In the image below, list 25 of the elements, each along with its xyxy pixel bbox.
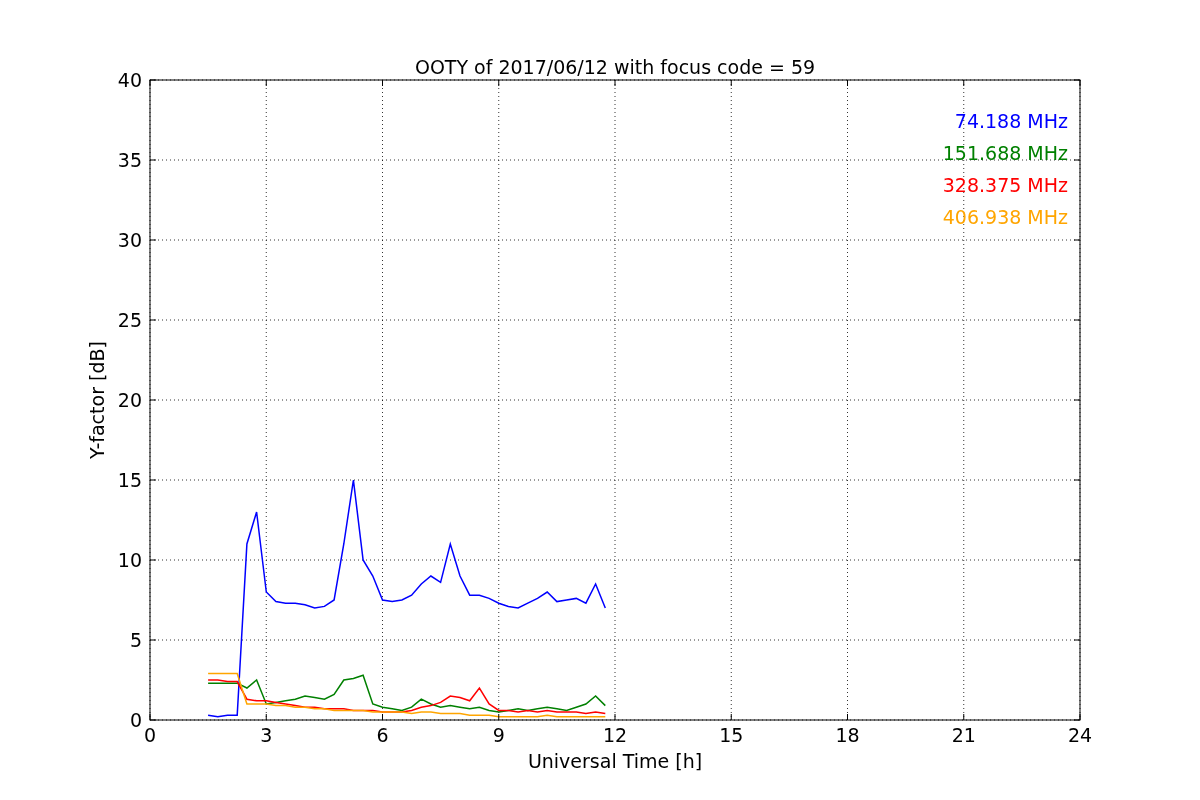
y-axis-label: Y-factor [dB] [86,341,108,459]
x-tick-label: 0 [143,724,157,746]
x-tick-label: 6 [376,724,389,746]
x-tick-label: 18 [835,724,860,746]
legend-label: 328.375 MHz [942,174,1068,196]
x-tick-label: 15 [719,724,744,746]
y-tick-label: 5 [129,629,142,651]
y-tick-label: 10 [117,549,142,571]
chart-title: OOTY of 2017/06/12 with focus code = 59 [414,56,816,78]
x-tick-label: 12 [602,724,628,746]
y-tick-label: 40 [117,69,142,91]
y-tick-label: 0 [129,709,142,731]
x-tick-label: 3 [260,724,273,746]
legend-label: 151.688 MHz [942,142,1068,164]
y-tick-label: 20 [117,389,142,411]
legend-label: 406.938 MHz [942,206,1068,228]
y-tick-label: 30 [117,229,142,251]
x-tick-label: 24 [1067,724,1093,746]
legend-label: 74.188 MHz [954,110,1068,132]
x-tick-label: 21 [951,724,976,746]
x-axis-label: Universal Time [h] [527,750,703,772]
y-tick-label: 35 [117,149,142,171]
x-tick-label: 9 [492,724,505,746]
y-tick-label: 25 [117,309,142,331]
y-tick-label: 15 [117,469,142,491]
